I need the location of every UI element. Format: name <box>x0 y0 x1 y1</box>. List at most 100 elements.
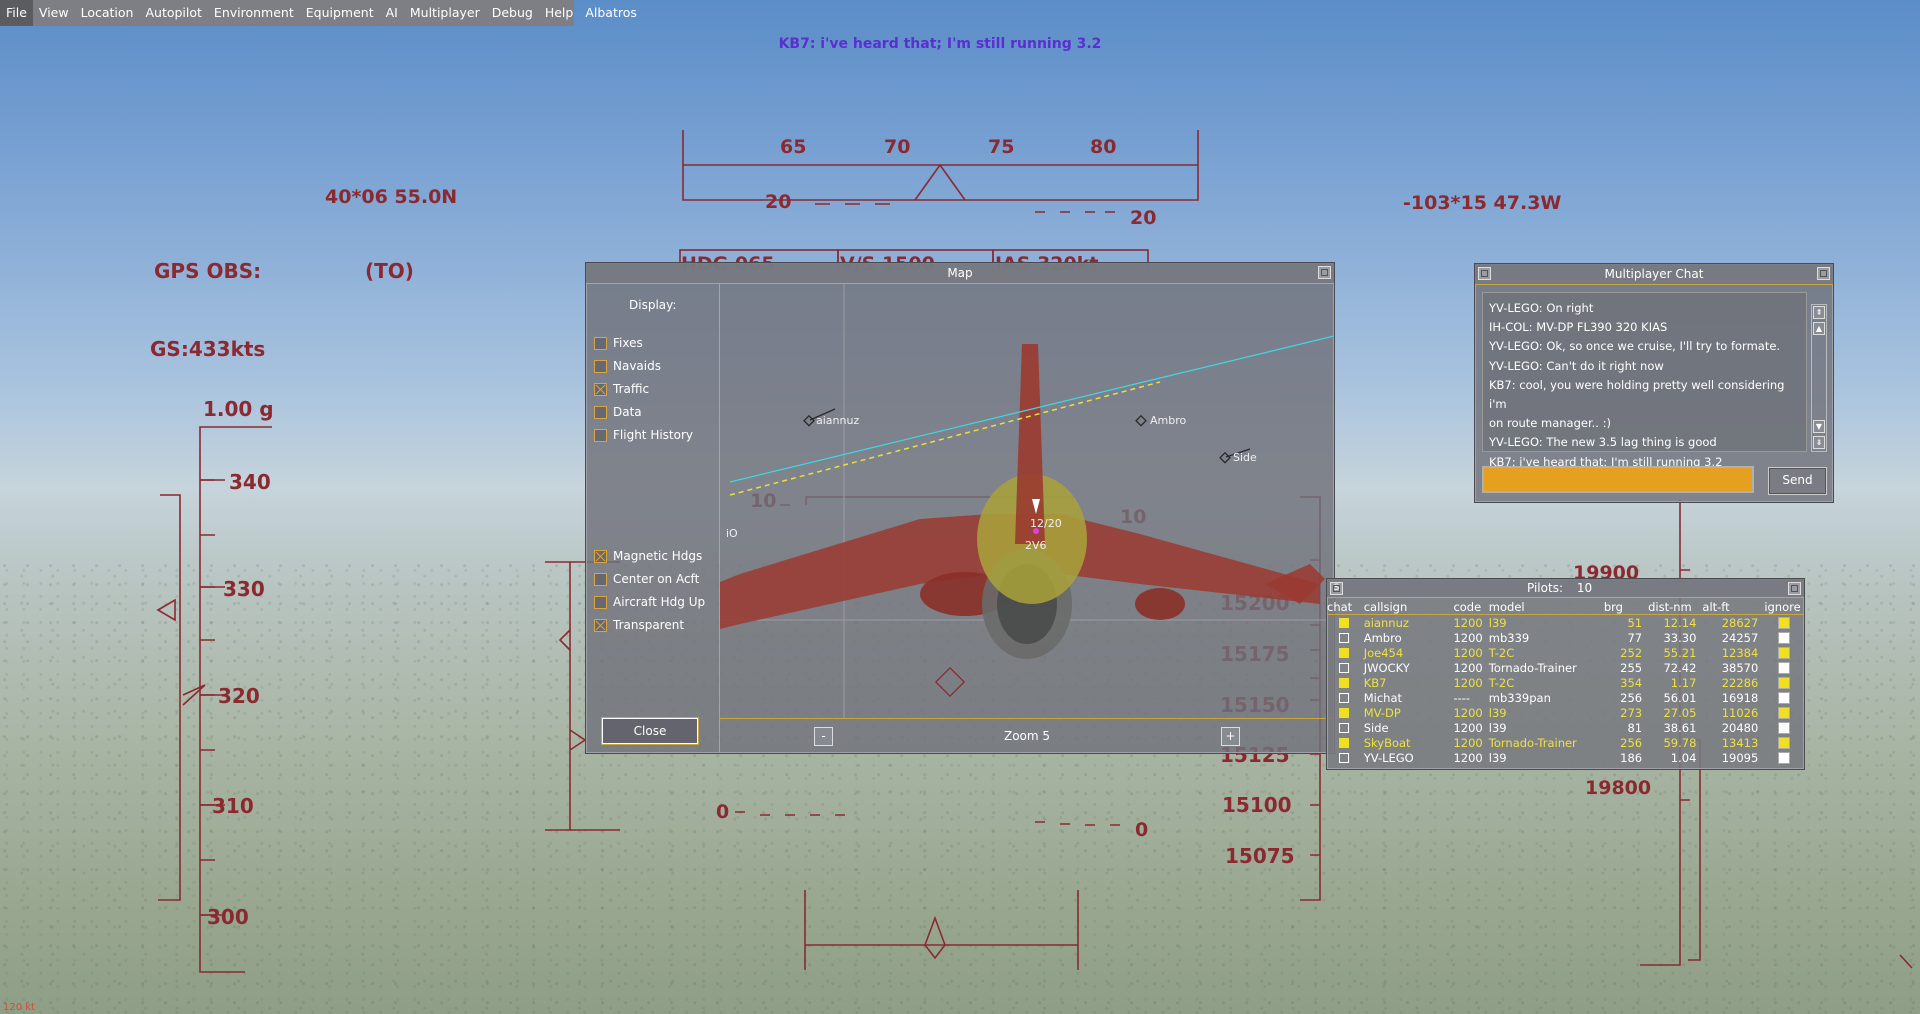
magnetic-hdgs-checkbox[interactable] <box>594 549 607 563</box>
chat-title-bar[interactable]: Multiplayer Chat <box>1475 264 1833 285</box>
option-traffic[interactable]: Traffic <box>594 382 649 396</box>
chat-checkbox[interactable] <box>1339 738 1349 748</box>
pilots-s-button[interactable]: S <box>1330 582 1343 595</box>
pilot-row[interactable]: JWOCKY 1200 Tornado-Trainer 255 72.42 38570 <box>1327 660 1804 675</box>
send-button[interactable]: Send <box>1768 467 1827 495</box>
chat-scrollbar[interactable]: ⇞ ▲ ▼ ⇟ <box>1811 304 1827 452</box>
pilots-title-bar[interactable]: S Pilots: 10 <box>1327 579 1804 598</box>
pilot-row[interactable]: YV-LEGO 1200 l39 186 1.04 19095 <box>1327 750 1804 765</box>
scroll-down-icon[interactable]: ▼ <box>1813 420 1825 433</box>
pilot-row[interactable]: aiannuz 1200 l39 51 12.14 28627 <box>1327 615 1804 631</box>
traffic-checkbox[interactable] <box>594 382 607 396</box>
chat-checkbox[interactable] <box>1339 633 1349 643</box>
col-model[interactable]: model <box>1488 599 1604 615</box>
col-callsign[interactable]: callsign <box>1363 599 1454 615</box>
menu-multiplayer[interactable]: Multiplayer <box>404 0 486 26</box>
pilot-row[interactable]: MV-DP 1200 l39 273 27.05 11026 <box>1327 705 1804 720</box>
data-checkbox[interactable] <box>594 405 607 419</box>
pilot-row[interactable]: Ambro 1200 mb339 77 33.30 24257 <box>1327 630 1804 645</box>
pilot-ignore-toggle[interactable] <box>1764 615 1804 631</box>
chat-checkbox[interactable] <box>1339 753 1349 763</box>
fixes-checkbox[interactable] <box>594 336 607 350</box>
map-title-bar[interactable]: Map <box>586 263 1334 284</box>
ignore-checkbox[interactable] <box>1778 617 1791 629</box>
menu-debug[interactable]: Debug <box>486 0 539 26</box>
pilot-chat-toggle[interactable] <box>1327 645 1364 660</box>
map-canvas[interactable]: aiannuz Ambro Side 12/20 2V6 iO <box>720 284 1334 719</box>
pilot-chat-toggle[interactable] <box>1327 720 1364 735</box>
chat-minimize-button[interactable] <box>1478 267 1491 280</box>
transparent-checkbox[interactable] <box>594 618 607 632</box>
menu-autopilot[interactable]: Autopilot <box>139 0 207 26</box>
pilot-row[interactable]: Michat ---- mb339pan 256 56.01 16918 <box>1327 690 1804 705</box>
col-brg[interactable]: brg <box>1603 599 1649 615</box>
pilot-chat-toggle[interactable] <box>1327 630 1364 645</box>
chat-window-button[interactable] <box>1817 267 1830 280</box>
map-window-button[interactable] <box>1318 266 1331 279</box>
col-code[interactable]: code <box>1453 599 1489 615</box>
option-flight-history[interactable]: Flight History <box>594 428 693 442</box>
aircraft-hdg-up-checkbox[interactable] <box>594 595 607 609</box>
pilots-window-button[interactable] <box>1788 582 1801 595</box>
pilot-ignore-toggle[interactable] <box>1764 750 1804 765</box>
ignore-checkbox[interactable] <box>1778 752 1791 764</box>
option-data[interactable]: Data <box>594 405 642 419</box>
flight-history-checkbox[interactable] <box>594 428 607 442</box>
navaids-checkbox[interactable] <box>594 359 607 373</box>
pilot-ignore-toggle[interactable] <box>1764 645 1804 660</box>
pilot-ignore-toggle[interactable] <box>1764 735 1804 750</box>
menu-location[interactable]: Location <box>75 0 140 26</box>
traffic-marker-ambro[interactable] <box>1135 414 1147 427</box>
menu-environment[interactable]: Environment <box>208 0 300 26</box>
menu-view[interactable]: View <box>33 0 75 26</box>
col-chat[interactable]: chat <box>1327 599 1364 615</box>
center-on-acft-checkbox[interactable] <box>594 572 607 586</box>
pilot-row[interactable]: SkyBoat 1200 Tornado-Trainer 256 59.78 13413 <box>1327 735 1804 750</box>
chat-checkbox[interactable] <box>1339 663 1349 673</box>
pilot-row[interactable]: Joe454 1200 T-2C 252 55.21 12384 <box>1327 645 1804 660</box>
map-close-button[interactable]: Close <box>601 717 699 745</box>
pilot-chat-toggle[interactable] <box>1327 675 1364 690</box>
pilot-chat-toggle[interactable] <box>1327 735 1364 750</box>
menu-albatros[interactable]: Albatros <box>579 0 643 26</box>
menu-ai[interactable]: AI <box>380 0 404 26</box>
option-aircraft-hdg-up[interactable]: Aircraft Hdg Up <box>594 595 705 609</box>
option-fixes[interactable]: Fixes <box>594 336 643 350</box>
pilot-chat-toggle[interactable] <box>1327 660 1364 675</box>
zoom-in-button[interactable]: + <box>1221 727 1240 746</box>
pilot-chat-toggle[interactable] <box>1327 705 1364 720</box>
pilot-chat-toggle[interactable] <box>1327 750 1364 765</box>
chat-checkbox[interactable] <box>1339 693 1349 703</box>
traffic-marker-side[interactable] <box>1219 451 1231 464</box>
col-dist[interactable]: dist-nm <box>1648 599 1703 615</box>
scroll-bottom-icon[interactable]: ⇟ <box>1813 436 1825 449</box>
pilot-chat-toggle[interactable] <box>1327 690 1364 705</box>
option-center-on-acft[interactable]: Center on Acft <box>594 572 699 586</box>
chat-checkbox[interactable] <box>1339 708 1349 718</box>
ignore-checkbox[interactable] <box>1778 677 1791 689</box>
ignore-checkbox[interactable] <box>1778 647 1791 659</box>
chat-input[interactable] <box>1482 466 1754 493</box>
chat-checkbox[interactable] <box>1339 723 1349 733</box>
pilot-row[interactable]: Side 1200 l39 81 38.61 20480 <box>1327 720 1804 735</box>
ignore-checkbox[interactable] <box>1778 737 1791 749</box>
chat-checkbox[interactable] <box>1339 618 1349 628</box>
ignore-checkbox[interactable] <box>1778 662 1791 674</box>
chat-checkbox[interactable] <box>1339 678 1349 688</box>
ignore-checkbox[interactable] <box>1778 692 1791 704</box>
ignore-checkbox[interactable] <box>1778 722 1791 734</box>
pilot-row[interactable]: KB7 1200 T-2C 354 1.17 22286 <box>1327 675 1804 690</box>
scroll-up-icon[interactable]: ▲ <box>1813 322 1825 335</box>
option-transparent[interactable]: Transparent <box>594 618 684 632</box>
traffic-marker-aiannuz[interactable] <box>803 414 815 427</box>
pilot-ignore-toggle[interactable] <box>1764 720 1804 735</box>
chat-checkbox[interactable] <box>1339 648 1349 658</box>
col-ignore[interactable]: ignore <box>1764 599 1804 615</box>
pilot-ignore-toggle[interactable] <box>1764 675 1804 690</box>
pilot-ignore-toggle[interactable] <box>1764 660 1804 675</box>
menu-help[interactable]: Help <box>539 0 580 26</box>
ignore-checkbox[interactable] <box>1778 707 1791 719</box>
col-alt[interactable]: alt-ft <box>1702 599 1765 615</box>
ignore-checkbox[interactable] <box>1778 632 1791 644</box>
pilot-ignore-toggle[interactable] <box>1764 630 1804 645</box>
